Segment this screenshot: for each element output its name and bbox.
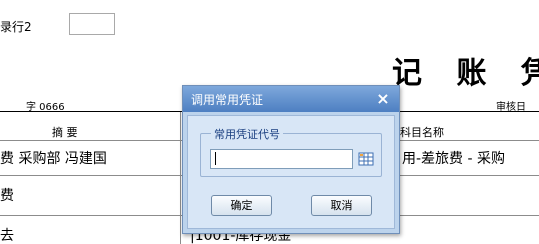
row-3-summary[interactable]: 去: [0, 225, 14, 244]
close-icon[interactable]: ×: [373, 89, 393, 109]
column-divider: [180, 112, 181, 244]
voucher-title: 记 账 凭: [392, 56, 539, 91]
dialog-titlebar[interactable]: 调用常用凭证 ×: [183, 86, 399, 112]
row-1-account[interactable]: 用-差旅费 - 采购: [402, 148, 505, 168]
voucher-screen: 录行2 记 账 凭 字 0666 审核日 摘 要 科目名称 费 采购部 冯建国 …: [0, 0, 539, 244]
text-caret: [215, 152, 216, 165]
voucher-code-input[interactable]: [210, 149, 353, 169]
divider: [400, 111, 539, 112]
ok-button[interactable]: 确定: [211, 195, 272, 216]
voucher-code-group: 常用凭证代号: [200, 126, 382, 177]
group-label: 常用凭证代号: [211, 126, 283, 142]
dialog-body: 常用凭证代号 确定 取消: [187, 115, 395, 229]
cancel-button[interactable]: 取消: [311, 195, 372, 216]
call-common-voucher-dialog: 调用常用凭证 × 常用凭证代号 确定 取消: [182, 85, 400, 234]
reference-grid-icon[interactable]: [356, 149, 376, 169]
column-header-summary: 摘 要: [52, 126, 78, 139]
row-1-summary[interactable]: 费 采购部 冯建国: [0, 148, 107, 168]
row-label: 录行2: [0, 20, 32, 34]
divider: [0, 111, 182, 112]
column-header-account: 科目名称: [400, 126, 444, 139]
row-input-box[interactable]: [69, 13, 115, 35]
dialog-title: 调用常用凭证: [191, 93, 264, 107]
row-2-summary[interactable]: 费: [0, 185, 14, 205]
